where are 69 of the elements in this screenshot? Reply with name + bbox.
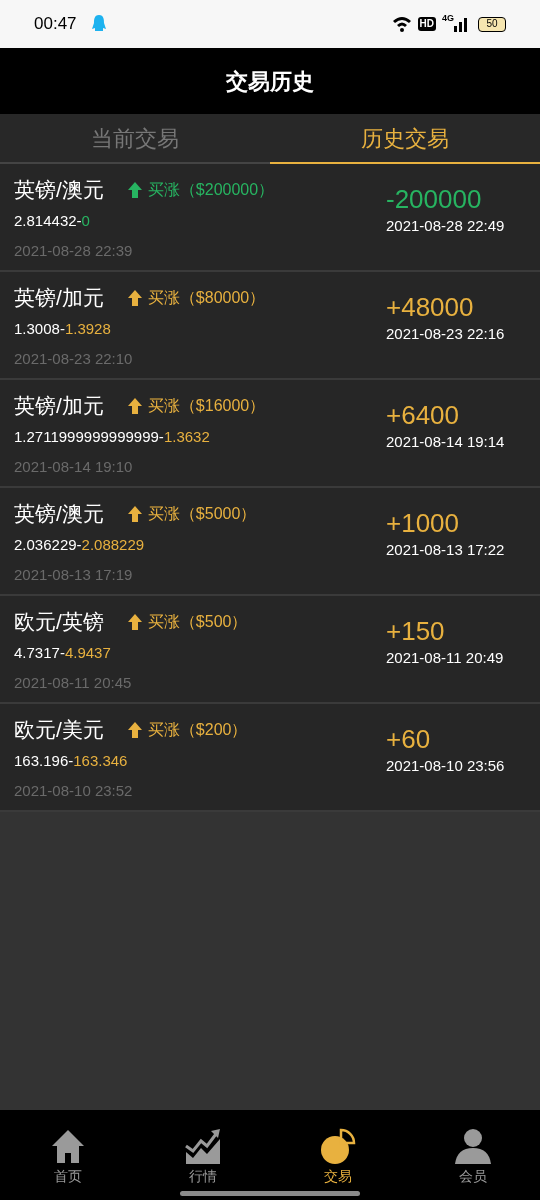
trade-row[interactable]: 欧元/美元 买涨（$200） 163.196-163.346 2021-08-10 23:52 +60 2021-08-10 23:56 [0, 704, 540, 812]
nav-tab[interactable]: 会员 [405, 1128, 540, 1187]
close-price: 1.3928 [64, 318, 111, 339]
currency-pair: 英镑/澳元 [14, 501, 104, 527]
page-title: 交易历史 [226, 67, 314, 96]
trade-amount: （$200） [179, 719, 248, 740]
trade-amount: （$5000） [179, 503, 257, 524]
profit-amount: +48000 [386, 290, 474, 323]
person-icon [454, 1128, 491, 1164]
profit-amount: -200000 [386, 182, 482, 215]
pie-chart-icon [319, 1128, 356, 1164]
open-price: 4.7317- [14, 642, 65, 663]
close-time: 2021-08-10 23:56 [386, 755, 505, 776]
direction-label: 买涨 [147, 287, 180, 308]
currency-pair: 英镑/澳元 [14, 177, 104, 203]
trade-amount: （$200000） [179, 179, 275, 200]
open-time: 2021-08-23 22:10 [14, 349, 134, 369]
trade-row[interactable]: 英镑/加元 买涨（$16000） 1.2711999999999999-1.3632 2021-08-14 19:10 +6400 2021-08-14 19:14 [0, 380, 540, 488]
close-time: 2021-08-13 17:22 [386, 539, 505, 560]
close-price: 0 [81, 210, 90, 231]
open-time: 2021-08-11 20:45 [14, 673, 133, 693]
profit-amount: +150 [386, 614, 445, 647]
profit-amount: +60 [386, 722, 431, 755]
trade-row[interactable]: 欧元/英镑 买涨（$500） 4.7317-4.9437 2021-08-11 20:45 +150 2021-08-11 20:49 [0, 596, 540, 704]
direction-label: 买涨 [147, 719, 180, 740]
close-price: 1.3632 [163, 426, 210, 447]
currency-pair: 欧元/英镑 [14, 609, 104, 635]
close-price: 163.346 [73, 750, 128, 771]
close-time: 2021-08-28 22:49 [386, 215, 505, 236]
currency-pair: 英镑/加元 [14, 393, 104, 419]
trade-row[interactable]: 英镑/澳元 买涨（$200000） 2.814432-0 2021-08-28 22:39 -200000 2021-08-28 22:49 [0, 164, 540, 272]
wifi-icon [391, 16, 412, 32]
close-time: 2021-08-11 20:49 [386, 647, 504, 668]
open-time: 2021-08-28 22:39 [14, 241, 134, 261]
trade-amount: （$500） [179, 611, 248, 632]
open-price: 1.3008- [14, 318, 65, 339]
close-time: 2021-08-23 22:16 [386, 323, 505, 344]
open-price: 163.196- [14, 750, 74, 771]
nav-tab[interactable]: 行情 [135, 1128, 270, 1187]
status-time: 00:47 [34, 13, 77, 36]
nav-tab[interactable]: 首页 [0, 1128, 135, 1187]
open-price: 2.036229- [14, 534, 82, 555]
trade-amount: （$16000） [179, 395, 266, 416]
direction-label: 买涨 [147, 179, 180, 200]
direction-label: 买涨 [147, 611, 180, 632]
open-time: 2021-08-14 19:10 [14, 457, 134, 477]
signal-icon [454, 16, 468, 32]
open-time: 2021-08-13 17:19 [14, 565, 134, 585]
open-price: 1.2711999999999999- [14, 426, 164, 447]
nav-tab[interactable]: 交易 [270, 1128, 405, 1187]
close-price: 4.9437 [64, 642, 111, 663]
direction-label: 买涨 [147, 395, 180, 416]
open-time: 2021-08-10 23:52 [14, 781, 134, 801]
battery-icon: 50 [478, 16, 506, 32]
network-label: 4G [442, 14, 454, 23]
close-price: 2.088229 [81, 534, 145, 555]
direction-label: 买涨 [147, 503, 180, 524]
trade-row[interactable]: 英镑/澳元 买涨（$5000） 2.036229-2.088229 2021-08-13 17:19 +1000 2021-08-13 17:22 [0, 488, 540, 596]
hd-badge: HD [417, 17, 436, 31]
profit-amount: +6400 [386, 398, 460, 431]
currency-pair: 欧元/美元 [14, 717, 104, 743]
open-price: 2.814432- [14, 210, 82, 231]
trade-row[interactable]: 英镑/加元 买涨（$80000） 1.3008-1.3928 2021-08-23 22:10 +48000 2021-08-23 22:16 [0, 272, 540, 380]
trade-amount: （$80000） [179, 287, 266, 308]
chart-icon [184, 1128, 221, 1164]
penguin-icon [90, 14, 107, 34]
profit-amount: +1000 [386, 506, 460, 539]
currency-pair: 英镑/加元 [14, 285, 104, 311]
close-time: 2021-08-14 19:14 [386, 431, 505, 452]
